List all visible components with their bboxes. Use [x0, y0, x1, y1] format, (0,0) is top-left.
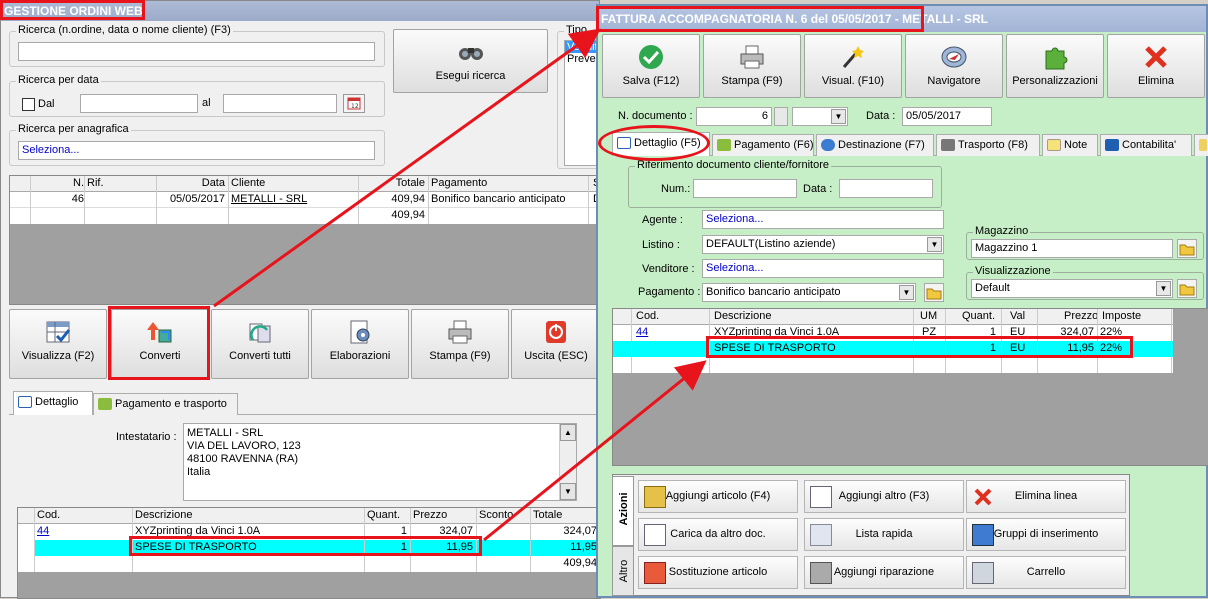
arrow-converti-to-fattura: [213, 28, 601, 308]
arrow-spese-to-fattura: [483, 360, 707, 542]
annotation-arrows: [213, 28, 707, 542]
